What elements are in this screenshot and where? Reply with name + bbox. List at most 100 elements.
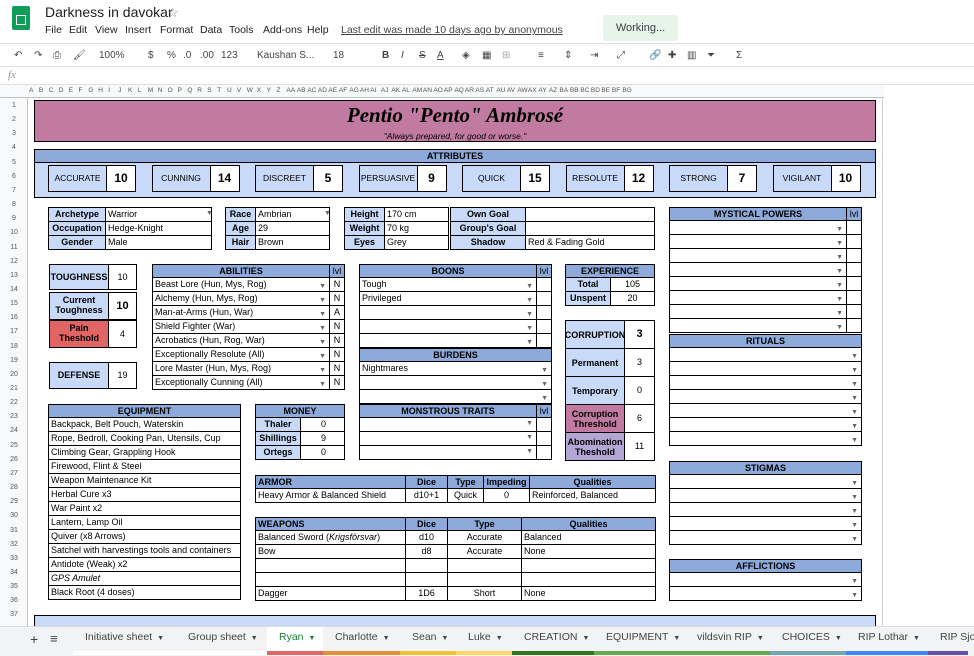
text-wrap-icon[interactable]: ⇥ bbox=[590, 50, 598, 61]
redo-icon[interactable]: ↷ bbox=[34, 50, 42, 61]
weapons-cell[interactable] bbox=[405, 572, 448, 587]
armor-cell[interactable]: 0 bbox=[483, 488, 530, 503]
chevron-down-icon[interactable]: ▼ bbox=[496, 635, 503, 642]
row-header[interactable]: 15 bbox=[0, 300, 28, 307]
monstrous-traits-row[interactable]: ▼ bbox=[359, 431, 537, 446]
insert-chart-icon[interactable]: ▥ bbox=[687, 50, 696, 61]
mystical-row[interactable]: ▼ bbox=[669, 304, 847, 319]
column-header[interactable]: N bbox=[158, 87, 163, 94]
info3-value[interactable]: Grey bbox=[384, 235, 449, 250]
abilities-lvl-cell[interactable]: N bbox=[329, 319, 345, 334]
monstrous-traits-lvl-cell[interactable] bbox=[536, 445, 552, 460]
column-header[interactable]: BG bbox=[622, 87, 631, 94]
pain-threshold-value[interactable]: 4 bbox=[108, 320, 137, 348]
weapons-cell[interactable]: Bow bbox=[255, 544, 406, 559]
attribute-persuasive-value[interactable]: 9 bbox=[416, 165, 447, 192]
rituals-row[interactable]: ▼ bbox=[669, 361, 862, 376]
row-header[interactable]: 21 bbox=[0, 385, 28, 392]
equipment-row[interactable]: GPS Amulet bbox=[48, 571, 241, 586]
row-header[interactable]: 14 bbox=[0, 286, 28, 293]
sheets-logo-icon[interactable] bbox=[12, 6, 30, 30]
info4-value[interactable] bbox=[525, 221, 655, 236]
column-header[interactable]: AH bbox=[360, 87, 369, 94]
mystical-row[interactable]: ▼ bbox=[669, 248, 847, 263]
abilities-row[interactable]: Man-at-Arms (Hun, War) ▼ bbox=[152, 305, 330, 320]
column-header[interactable]: AK bbox=[391, 87, 400, 94]
column-header[interactable]: U bbox=[227, 87, 232, 94]
dropdown-arrow-icon[interactable]: ▼ bbox=[319, 378, 326, 389]
afflictions-row[interactable]: ▼ bbox=[669, 586, 862, 601]
column-header[interactable]: X bbox=[257, 87, 261, 94]
tab-group-sheet[interactable]: Group sheet ▼ bbox=[188, 631, 258, 643]
tab-luke[interactable]: Luke ▼ bbox=[468, 631, 503, 643]
row-header[interactable]: 32 bbox=[0, 541, 28, 548]
strikethrough-button[interactable]: S bbox=[419, 50, 426, 61]
dropdown-arrow-icon[interactable]: ▼ bbox=[526, 434, 533, 441]
weapons-cell[interactable]: None bbox=[521, 544, 656, 559]
abilities-lvl-cell[interactable]: N bbox=[329, 277, 345, 292]
abilities-row[interactable]: Beast Lore (Hun, Mys, Rog) ▼ bbox=[152, 277, 330, 292]
abilities-row[interactable]: Shield Fighter (War) ▼ bbox=[152, 319, 330, 334]
row-header[interactable]: 19 bbox=[0, 357, 28, 364]
column-header[interactable]: K bbox=[128, 87, 132, 94]
weapons-cell[interactable]: Balanced Sword (Krigsförsvar) bbox=[255, 530, 406, 545]
dropdown-arrow-icon[interactable]: ▼ bbox=[541, 392, 548, 403]
zoom-select[interactable]: 100% bbox=[99, 50, 125, 61]
stigmas-row[interactable]: ▼ bbox=[669, 516, 862, 531]
menu-insert[interactable]: Insert bbox=[125, 24, 151, 36]
info3-value[interactable]: 170 cm bbox=[384, 207, 449, 222]
tab-sean[interactable]: Sean ▼ bbox=[412, 631, 448, 643]
row-header[interactable]: 10 bbox=[0, 229, 28, 236]
mystical-lvl-cell[interactable] bbox=[846, 290, 862, 305]
menu-data[interactable]: Data bbox=[200, 24, 222, 36]
tab-equipment[interactable]: EQUIPMENT ▼ bbox=[606, 631, 680, 643]
chevron-down-icon[interactable]: ▼ bbox=[582, 635, 589, 642]
undo-icon[interactable]: ↶ bbox=[14, 50, 22, 61]
row-header[interactable]: 4 bbox=[0, 144, 28, 151]
italic-button[interactable]: I bbox=[401, 50, 404, 61]
borders-icon[interactable]: ▦ bbox=[482, 50, 491, 61]
tab-charlotte[interactable]: Charlotte ▼ bbox=[335, 631, 390, 643]
monstrous-traits-lvl-cell[interactable] bbox=[536, 417, 552, 432]
afflictions-row[interactable]: ▼ bbox=[669, 572, 862, 587]
column-header[interactable]: AF bbox=[339, 87, 347, 94]
column-header[interactable]: Y bbox=[267, 87, 271, 94]
weapons-cell[interactable] bbox=[447, 558, 522, 573]
column-header[interactable]: I bbox=[108, 87, 110, 94]
dropdown-arrow-icon[interactable]: ▼ bbox=[324, 210, 331, 217]
info4-value[interactable]: Red & Fading Gold bbox=[525, 235, 655, 250]
menu-edit[interactable]: Edit bbox=[69, 24, 87, 36]
mystical-lvl-cell[interactable] bbox=[846, 220, 862, 235]
row-header[interactable]: 24 bbox=[0, 427, 28, 434]
current-toughness-value[interactable]: 10 bbox=[108, 292, 137, 320]
column-header[interactable]: A bbox=[29, 87, 33, 94]
equipment-row[interactable]: Herbal Cure x3 bbox=[48, 487, 241, 502]
abilities-lvl-cell[interactable]: N bbox=[329, 347, 345, 362]
weapons-cell[interactable]: None bbox=[521, 586, 656, 601]
equipment-row[interactable]: Satchel with harvestings tools and conta… bbox=[48, 543, 241, 558]
burdens-row[interactable]: ▼ bbox=[359, 389, 552, 404]
chevron-down-icon[interactable]: ▼ bbox=[913, 635, 920, 642]
column-header[interactable]: AY bbox=[538, 87, 546, 94]
info1-value[interactable]: Warrior bbox=[105, 207, 212, 222]
equipment-row[interactable]: Rope, Bedroll, Cooking Pan, Utensils, Cu… bbox=[48, 431, 241, 446]
tab-creation[interactable]: CREATION ▼ bbox=[524, 631, 589, 643]
corruption-permanent-value[interactable]: 3 bbox=[624, 348, 655, 377]
chevron-down-icon[interactable]: ▼ bbox=[673, 635, 680, 642]
column-header[interactable]: AS bbox=[475, 87, 484, 94]
row-header[interactable]: 33 bbox=[0, 555, 28, 562]
column-header[interactable]: S bbox=[207, 87, 211, 94]
mystical-row[interactable]: ▼ bbox=[669, 234, 847, 249]
stigmas-row[interactable]: ▼ bbox=[669, 488, 862, 503]
text-rotation-icon[interactable]: ⤢ bbox=[617, 50, 625, 61]
info3-value[interactable]: 70 kg bbox=[384, 221, 449, 236]
row-header[interactable]: 11 bbox=[0, 244, 28, 251]
currency-button[interactable]: $ bbox=[148, 50, 154, 61]
abilities-row[interactable]: Alchemy (Hun, Mys, Rog) ▼ bbox=[152, 291, 330, 306]
monstrous-traits-row[interactable]: ▼ bbox=[359, 417, 537, 432]
rituals-row[interactable]: ▼ bbox=[669, 417, 862, 432]
column-header[interactable]: BA bbox=[559, 87, 568, 94]
tab-choices[interactable]: CHOICES ▼ bbox=[782, 631, 842, 643]
menu-file[interactable]: File bbox=[45, 24, 62, 36]
abilities-lvl-cell[interactable]: N bbox=[329, 333, 345, 348]
